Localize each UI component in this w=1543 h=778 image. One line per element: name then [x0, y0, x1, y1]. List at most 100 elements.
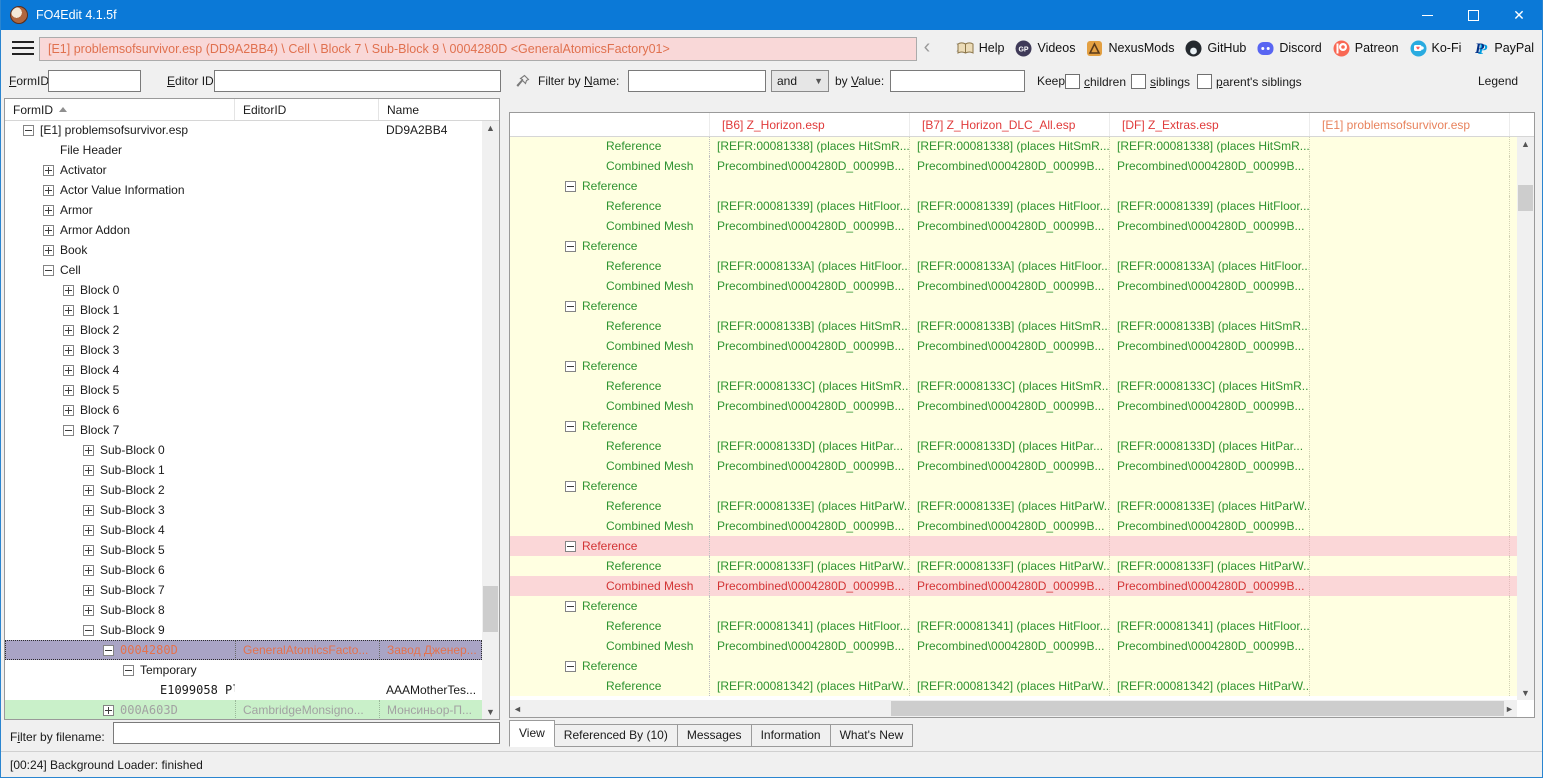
tree-row[interactable]: Sub-Block 3 [5, 500, 482, 520]
tree-row[interactable]: Sub-Block 6 [5, 560, 482, 580]
collapse-icon[interactable] [565, 241, 576, 252]
grid-cell[interactable] [1110, 596, 1310, 616]
scroll-down-icon[interactable]: ▼ [1517, 685, 1534, 700]
grid-row[interactable]: Combined MeshPrecombined\0004280D_00099B… [510, 156, 1517, 176]
tab-information[interactable]: Information [752, 724, 831, 747]
grid-row[interactable]: Combined MeshPrecombined\0004280D_00099B… [510, 456, 1517, 476]
grid-row[interactable]: Reference [510, 596, 1517, 616]
grid-column-header[interactable]: [DF] Z_Extras.esp [1110, 113, 1310, 136]
grid-cell[interactable]: [REFR:0008133D] (places HitPar... [910, 436, 1110, 456]
grid-cell[interactable]: Precombined\0004280D_00099B... [910, 156, 1110, 176]
tree-row[interactable]: Block 3 [5, 340, 482, 360]
grid-cell[interactable]: [REFR:00081339] (places HitFloor... [1110, 196, 1310, 216]
maximize-button[interactable] [1450, 0, 1496, 30]
patreon-link[interactable]: Patreon [1333, 40, 1399, 57]
grid-cell[interactable] [1310, 516, 1510, 536]
editorid-input[interactable] [214, 70, 501, 92]
grid-cell[interactable]: Precombined\0004280D_00099B... [1110, 276, 1310, 296]
grid-cell[interactable] [1310, 496, 1510, 516]
grid-cell[interactable] [1310, 336, 1510, 356]
grid-cell[interactable]: [REFR:0008133B] (places HitSmR... [1110, 316, 1310, 336]
grid-cell[interactable] [710, 476, 910, 496]
grid-row[interactable]: Combined MeshPrecombined\0004280D_00099B… [510, 516, 1517, 536]
grid-row[interactable]: Reference [510, 416, 1517, 436]
grid-cell[interactable] [1110, 356, 1310, 376]
grid-cell[interactable]: [REFR:0008133A] (places HitFloor... [1110, 256, 1310, 276]
grid-cell[interactable]: [REFR:00081338] (places HitSmR... [1110, 136, 1310, 156]
grid-horizontal-scrollbar[interactable]: ◄ ► [510, 700, 1517, 717]
grid-row[interactable]: Reference [510, 236, 1517, 256]
tree-row[interactable]: Sub-Block 4 [5, 520, 482, 540]
grid-cell[interactable]: [REFR:0008133E] (places HitParW... [910, 496, 1110, 516]
grid-cell[interactable]: [REFR:0008133A] (places HitFloor... [710, 256, 910, 276]
grid-cell[interactable] [910, 476, 1110, 496]
tree-row[interactable]: Sub-Block 7 [5, 580, 482, 600]
formid-input[interactable] [48, 70, 141, 92]
grid-cell[interactable] [1310, 356, 1510, 376]
grid-row[interactable]: Reference[REFR:0008133C] (places HitSmR.… [510, 376, 1517, 396]
grid-cell[interactable]: Precombined\0004280D_00099B... [1110, 636, 1310, 656]
grid-cell[interactable]: Precombined\0004280D_00099B... [1110, 396, 1310, 416]
grid-row[interactable]: Reference[REFR:0008133B] (places HitSmR.… [510, 316, 1517, 336]
tree-row[interactable]: Block 6 [5, 400, 482, 420]
collapse-icon[interactable] [565, 541, 576, 552]
expand-icon[interactable] [63, 325, 74, 336]
column-header-name[interactable]: Name [379, 99, 499, 120]
grid-cell[interactable]: Precombined\0004280D_00099B... [1110, 456, 1310, 476]
tree-row[interactable]: Sub-Block 8 [5, 600, 482, 620]
tree-row[interactable]: Sub-Block 0 [5, 440, 482, 460]
grid-column-header[interactable]: [B7] Z_Horizon_DLC_All.esp [910, 113, 1110, 136]
grid-cell[interactable] [1310, 276, 1510, 296]
nav-back-icon[interactable]: ‹ [914, 34, 940, 60]
grid-cell[interactable] [1110, 236, 1310, 256]
grid-cell[interactable] [910, 296, 1110, 316]
grid-row[interactable]: Reference[REFR:00081339] (places HitFloo… [510, 196, 1517, 216]
grid-cell[interactable] [1310, 556, 1510, 576]
grid-cell[interactable]: Precombined\0004280D_00099B... [710, 456, 910, 476]
grid-cell[interactable]: Precombined\0004280D_00099B... [1110, 576, 1310, 596]
expand-icon[interactable] [83, 465, 94, 476]
tree-row[interactable]: 000A603DCambridgeMonsigno...Монсиньор-П.… [5, 700, 482, 719]
grid-cell[interactable]: [REFR:00081338] (places HitSmR... [910, 136, 1110, 156]
grid-cell[interactable]: [REFR:0008133E] (places HitParW... [1110, 496, 1310, 516]
tree-row[interactable]: Armor Addon [5, 220, 482, 240]
expand-icon[interactable] [83, 605, 94, 616]
grid-cell[interactable] [1310, 536, 1510, 556]
grid-row[interactable]: Reference[REFR:00081342] (places HitParW… [510, 676, 1517, 696]
tree-row[interactable]: Block 7 [5, 420, 482, 440]
grid-cell[interactable] [1110, 656, 1310, 676]
grid-cell[interactable] [1310, 256, 1510, 276]
grid-cell[interactable]: Precombined\0004280D_00099B... [710, 576, 910, 596]
grid-cell[interactable] [1110, 536, 1310, 556]
grid-cell[interactable] [1310, 616, 1510, 636]
grid-row[interactable]: Reference[REFR:0008133D] (places HitPar.… [510, 436, 1517, 456]
grid-cell[interactable] [1310, 396, 1510, 416]
grid-cell[interactable] [910, 236, 1110, 256]
grid-cell[interactable] [710, 296, 910, 316]
grid-cell[interactable] [910, 596, 1110, 616]
grid-cell[interactable] [710, 236, 910, 256]
grid-cell[interactable]: Precombined\0004280D_00099B... [710, 276, 910, 296]
grid-cell[interactable]: [REFR:0008133F] (places HitParW... [1110, 556, 1310, 576]
grid-cell[interactable]: Precombined\0004280D_00099B... [710, 336, 910, 356]
scroll-up-icon[interactable]: ▲ [482, 120, 499, 135]
grid-cell[interactable]: [REFR:0008133F] (places HitParW... [710, 556, 910, 576]
grid-cell[interactable]: [REFR:00081338] (places HitSmR... [710, 136, 910, 156]
grid-cell[interactable]: [REFR:0008133C] (places HitSmR... [1110, 376, 1310, 396]
grid-cell[interactable] [1110, 476, 1310, 496]
column-header-formid[interactable]: FormID [5, 99, 235, 120]
expand-icon[interactable] [63, 365, 74, 376]
scroll-up-icon[interactable]: ▲ [1517, 136, 1534, 151]
grid-cell[interactable] [1310, 216, 1510, 236]
tree-vertical-scrollbar[interactable]: ▲ ▼ [482, 120, 499, 719]
tree-row[interactable]: Sub-Block 2 [5, 480, 482, 500]
grid-cell[interactable] [910, 536, 1110, 556]
grid-cell[interactable] [1310, 636, 1510, 656]
grid-cell[interactable] [1310, 236, 1510, 256]
grid-cell[interactable] [1310, 676, 1510, 696]
discord-link[interactable]: Discord [1257, 40, 1321, 57]
grid-row[interactable]: Reference[REFR:0008133E] (places HitParW… [510, 496, 1517, 516]
expand-icon[interactable] [63, 285, 74, 296]
tree-row[interactable]: Block 1 [5, 300, 482, 320]
grid-scrollbar-thumb[interactable] [1518, 185, 1533, 211]
